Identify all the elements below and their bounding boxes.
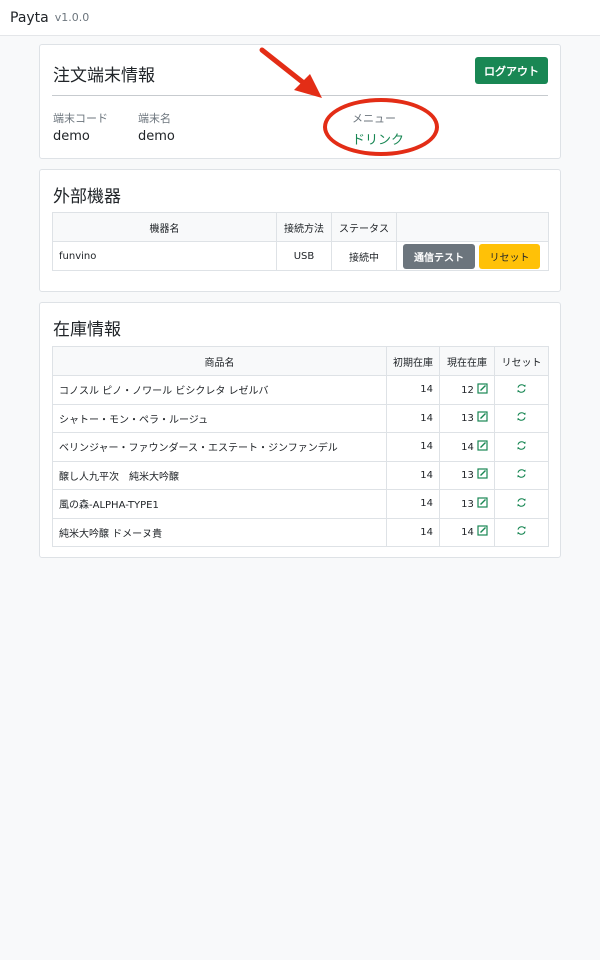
- reset-stock-cell: [494, 489, 549, 519]
- edit-icon[interactable]: [477, 383, 488, 397]
- connection-method-header: 接続方法: [276, 212, 332, 242]
- table-row: ベリンジャー・ファウンダース・エステート・ジンファンデル 14 14: [52, 432, 549, 462]
- product-name-cell: 醸し人九平次 純米大吟醸: [52, 460, 387, 490]
- current-stock-value: 14: [461, 441, 474, 453]
- external-devices-card: 外部機器 機器名 接続方法 ステータス funvino USB 接続中 通信テス…: [39, 169, 561, 292]
- table-row: 醸し人九平次 純米大吟醸 14 13: [52, 460, 549, 490]
- stock-info-card: 在庫情報 商品名 初期在庫 現在在庫 リセット コノスル ピノ・ノワール ビシク…: [39, 302, 561, 558]
- current-stock-value: 13: [461, 413, 474, 425]
- connection-test-button[interactable]: 通信テスト: [403, 243, 475, 269]
- initial-stock-header: 初期在庫: [386, 346, 440, 376]
- initial-stock-cell: 14: [386, 432, 440, 462]
- annotation-ellipse: [323, 98, 439, 156]
- current-stock-value: 13: [461, 498, 474, 510]
- device-reset-button[interactable]: リセット: [479, 243, 540, 269]
- initial-stock-cell: 14: [386, 517, 440, 547]
- refresh-icon[interactable]: [516, 440, 527, 454]
- refresh-icon[interactable]: [516, 468, 527, 482]
- product-name-cell: 純米大吟醸 ドメーヌ貴: [52, 517, 387, 547]
- terminal-code-label: 端末コード: [53, 112, 108, 125]
- version-label: v1.0.0: [54, 11, 90, 24]
- status-cell: 接続中: [331, 241, 397, 271]
- terminal-code-value: demo: [53, 129, 90, 144]
- table-row: コノスル ピノ・ノワール ビシクレタ レゼルバ 14 12: [52, 375, 549, 405]
- current-stock-value: 13: [461, 470, 474, 482]
- reset-stock-cell: [494, 517, 549, 547]
- initial-stock-cell: 14: [386, 403, 440, 433]
- table-row: シャトー・モン・ペラ・ルージュ 14 13: [52, 403, 549, 433]
- edit-icon[interactable]: [477, 440, 488, 454]
- devices-table: 機器名 接続方法 ステータス funvino USB 接続中 通信テスト リセット: [52, 212, 549, 271]
- product-name-cell: コノスル ピノ・ノワール ビシクレタ レゼルバ: [52, 375, 387, 405]
- product-name-cell: シャトー・モン・ペラ・ルージュ: [52, 403, 387, 433]
- external-devices-title: 外部機器: [53, 187, 121, 207]
- terminal-name-label: 端末名: [138, 112, 171, 125]
- current-stock-cell: 14: [439, 432, 495, 462]
- logout-button[interactable]: ログアウト: [475, 57, 548, 84]
- stock-info-title: 在庫情報: [53, 320, 121, 340]
- refresh-icon[interactable]: [516, 525, 527, 539]
- actions-header: [396, 212, 549, 242]
- product-name-cell: ベリンジャー・ファウンダース・エステート・ジンファンデル: [52, 432, 387, 462]
- table-row: 風の森-ALPHA-TYPE1 14 13: [52, 489, 549, 519]
- stock-table: 商品名 初期在庫 現在在庫 リセット コノスル ピノ・ノワール ビシクレタ レゼ…: [52, 346, 549, 547]
- initial-stock-cell: 14: [386, 375, 440, 405]
- edit-icon[interactable]: [477, 468, 488, 482]
- terminal-info-title: 注文端末情報: [53, 66, 155, 86]
- initial-stock-cell: 14: [386, 489, 440, 519]
- reset-header: リセット: [494, 346, 549, 376]
- terminal-name-value: demo: [138, 129, 175, 144]
- initial-stock-cell: 14: [386, 460, 440, 490]
- product-name-cell: 風の森-ALPHA-TYPE1: [52, 489, 387, 519]
- edit-icon[interactable]: [477, 525, 488, 539]
- edit-icon[interactable]: [477, 497, 488, 511]
- navbar: Payta v1.0.0: [0, 0, 600, 36]
- annotation-arrow: [259, 47, 322, 98]
- current-stock-cell: 13: [439, 489, 495, 519]
- device-actions-cell: 通信テスト リセット: [396, 241, 549, 271]
- reset-stock-cell: [494, 403, 549, 433]
- table-row: 純米大吟醸 ドメーヌ貴 14 14: [52, 517, 549, 547]
- connection-method-cell: USB: [276, 241, 332, 271]
- current-stock-value: 14: [461, 527, 474, 539]
- table-row: funvino USB 接続中 通信テスト リセット: [52, 241, 549, 271]
- current-stock-cell: 13: [439, 460, 495, 490]
- refresh-icon[interactable]: [516, 497, 527, 511]
- current-stock-cell: 13: [439, 403, 495, 433]
- current-stock-cell: 14: [439, 517, 495, 547]
- product-name-header: 商品名: [52, 346, 387, 376]
- status-header: ステータス: [331, 212, 397, 242]
- refresh-icon[interactable]: [516, 411, 527, 425]
- edit-icon[interactable]: [477, 411, 488, 425]
- current-stock-header: 現在在庫: [439, 346, 495, 376]
- brand-name[interactable]: Payta: [10, 10, 49, 26]
- device-name-header: 機器名: [52, 212, 277, 242]
- reset-stock-cell: [494, 375, 549, 405]
- current-stock-cell: 12: [439, 375, 495, 405]
- reset-stock-cell: [494, 460, 549, 490]
- current-stock-value: 12: [461, 384, 474, 396]
- refresh-icon[interactable]: [516, 383, 527, 397]
- reset-stock-cell: [494, 432, 549, 462]
- device-name-cell: funvino: [52, 241, 277, 271]
